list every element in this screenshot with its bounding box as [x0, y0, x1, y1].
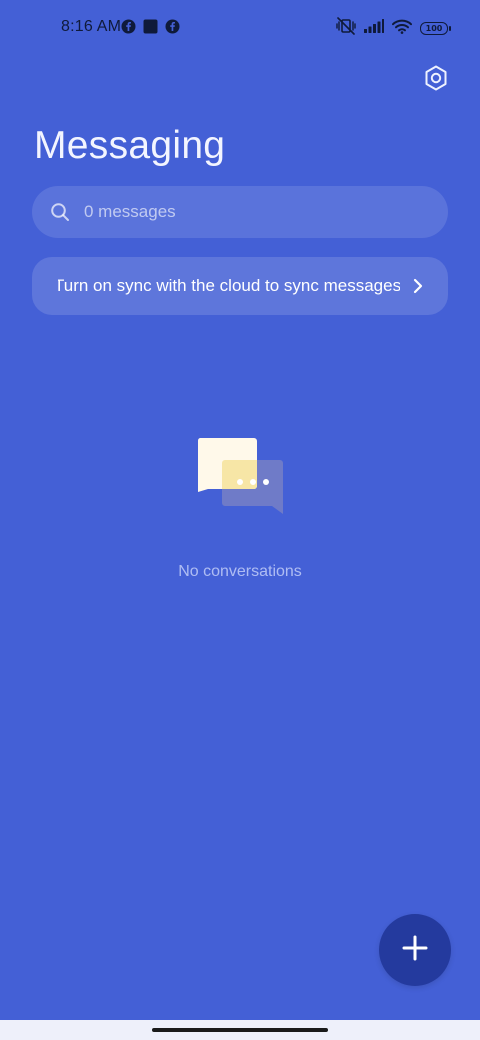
settings-hexagon-icon	[424, 65, 448, 96]
empty-state-text: No conversations	[178, 563, 302, 580]
fb-icon	[121, 19, 136, 39]
chevron-right-icon	[410, 278, 426, 294]
battery-icon: 100	[420, 22, 451, 35]
battery-level: 100	[425, 23, 443, 33]
sync-banner[interactable]: Turn on sync with the cloud to sync mess…	[32, 257, 448, 315]
notification-icons	[121, 19, 180, 39]
status-bar: 8:16 AM 100	[0, 0, 480, 56]
sync-text-container: Turn on sync with the cloud to sync mess…	[58, 276, 400, 296]
navigation-bar	[0, 1020, 480, 1040]
sync-banner-text: Turn on sync with the cloud to sync mess…	[58, 276, 400, 295]
settings-button[interactable]	[422, 65, 450, 96]
search-icon	[50, 202, 70, 222]
signal-icon	[364, 19, 384, 38]
system-icons: 100	[336, 17, 451, 40]
new-message-button[interactable]	[379, 914, 451, 986]
vibrate-mute-icon	[336, 17, 356, 40]
page-title: Messaging	[34, 124, 226, 167]
search-input[interactable]	[82, 201, 406, 223]
search-bar[interactable]	[32, 186, 448, 238]
home-indicator[interactable]	[152, 1028, 328, 1032]
square-app-icon	[143, 19, 158, 39]
fb-icon	[165, 19, 180, 39]
wifi-icon	[392, 19, 412, 39]
status-time: 8:16 AM	[61, 18, 122, 35]
chat-bubbles-icon	[194, 436, 286, 516]
plus-icon	[401, 934, 429, 967]
